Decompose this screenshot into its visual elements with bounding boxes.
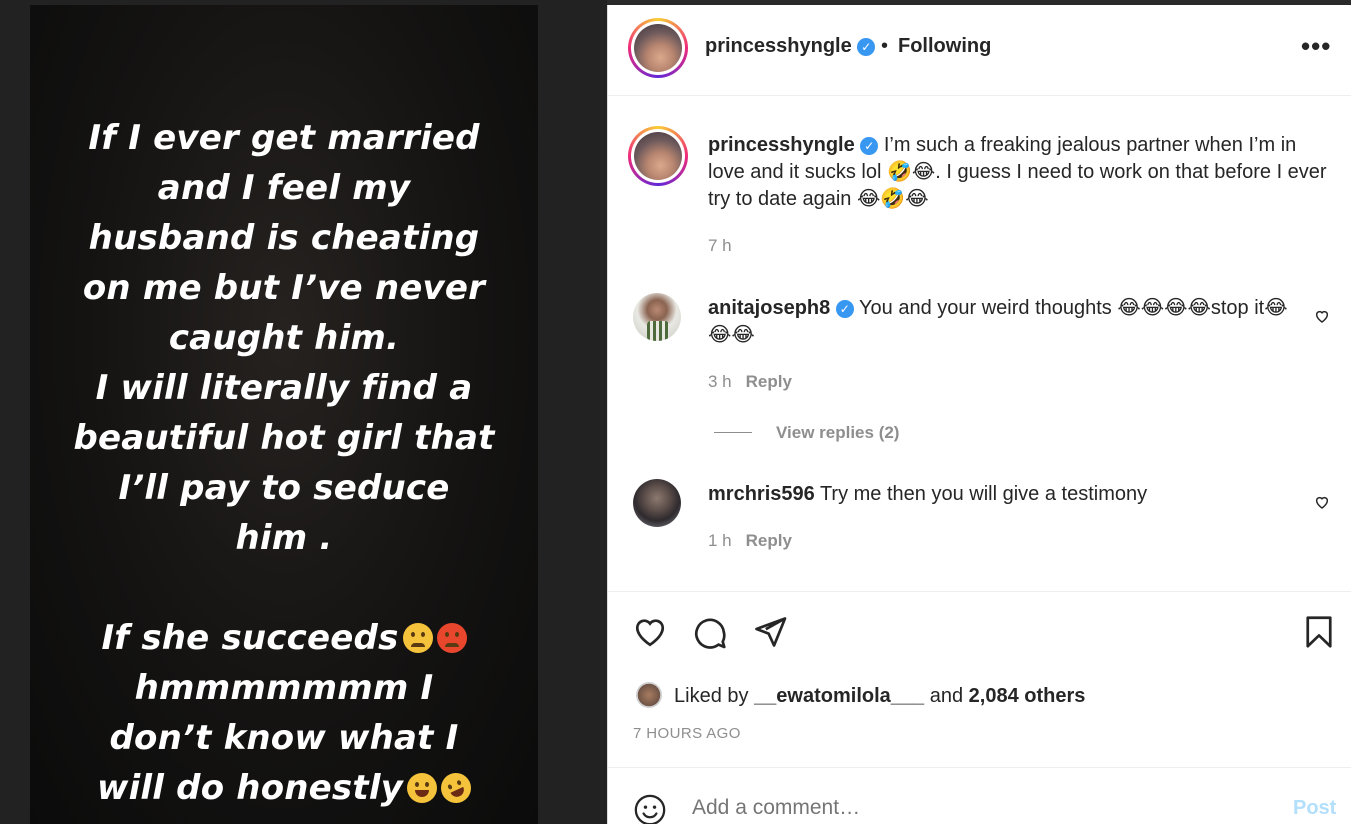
comment-input[interactable] — [692, 796, 1252, 820]
reply-button[interactable]: Reply — [746, 372, 792, 391]
rofl-emoji-icon — [436, 768, 476, 808]
view-replies-label[interactable]: View replies (2) — [776, 423, 899, 442]
smiley-icon[interactable] — [633, 793, 667, 824]
verified-icon: ✓ — [860, 137, 879, 155]
story-line: don’t know what I — [109, 718, 459, 758]
separator-dot: • — [881, 35, 889, 57]
heart-icon[interactable] — [632, 614, 668, 650]
view-replies-button[interactable]: View replies (2) — [714, 423, 899, 443]
username-text[interactable]: princesshyngle — [705, 35, 852, 57]
following-button[interactable]: Following — [898, 35, 991, 58]
share-icon[interactable] — [752, 614, 788, 650]
post-timestamp[interactable]: 7 HOURS AGO — [633, 725, 741, 742]
caption-time: 7 h — [708, 236, 732, 255]
post-button[interactable]: Post — [1293, 797, 1336, 820]
crying-emoji-icon — [402, 623, 433, 653]
comment-text: mrchris596 Try me then you will give a t… — [708, 481, 1298, 508]
verified-icon: ✓ — [857, 38, 876, 56]
liker-avatar[interactable] — [636, 682, 662, 708]
comments-section: princesshyngle ✓ I’m such a freaking jea… — [608, 96, 1351, 591]
divider-line — [714, 432, 752, 433]
story-image: If I ever get married and I feel my husb… — [30, 5, 538, 824]
story-text: If I ever get married and I feel my husb… — [30, 113, 538, 813]
story-line: caught him. — [168, 318, 400, 358]
likes-summary: Liked by __ewatomilola___ and 2,084 othe… — [636, 682, 1085, 708]
caption-text: princesshyngle ✓ I’m such a freaking jea… — [708, 132, 1328, 213]
story-line: I will literally find a — [95, 368, 473, 408]
comment-icon[interactable] — [692, 614, 728, 650]
story-line: on me but I’ve never — [82, 268, 486, 308]
post-panel: princesshyngle ✓ • Following ••• princes… — [607, 5, 1351, 824]
story-line-text: If she succeeds — [101, 618, 399, 658]
likes-count[interactable]: 2,084 others — [969, 685, 1086, 707]
avatar[interactable] — [633, 293, 681, 341]
avatar[interactable] — [633, 479, 681, 527]
story-line-emoji: will do honestly — [30, 763, 538, 813]
story-line: beautiful hot girl that — [73, 418, 495, 458]
like-comment-heart-icon[interactable] — [1314, 494, 1330, 510]
add-comment-bar: Post — [608, 767, 1351, 824]
comment-meta: 1 h Reply — [708, 531, 792, 551]
likes-middle: and — [929, 685, 964, 707]
reply-button[interactable]: Reply — [746, 531, 792, 550]
comment-username[interactable]: anitajoseph8 — [708, 297, 830, 319]
post-header: princesshyngle ✓ • Following ••• — [608, 5, 1351, 96]
caption-username[interactable]: princesshyngle — [708, 134, 855, 156]
story-gap — [30, 563, 538, 613]
story-line: I’ll pay to seduce — [118, 468, 450, 508]
comment-time: 3 h — [708, 372, 732, 391]
likes-prefix: Liked by — [674, 685, 749, 707]
liker-username[interactable]: __ewatomilola___ — [754, 685, 924, 707]
comment-meta: 3 h Reply — [708, 372, 792, 392]
avatar[interactable] — [628, 18, 688, 78]
story-line: husband is cheating — [88, 218, 480, 258]
story-line-text: will do honestly — [96, 768, 404, 808]
story-line: and I feel my — [157, 168, 411, 208]
verified-icon: ✓ — [835, 300, 854, 318]
story-line: him . — [235, 518, 333, 558]
bookmark-icon[interactable] — [1301, 614, 1337, 650]
angry-emoji-icon — [436, 623, 467, 653]
post-actions: Liked by __ewatomilola___ and 2,084 othe… — [608, 591, 1351, 767]
like-comment-heart-icon[interactable] — [1314, 308, 1330, 324]
comment-username[interactable]: mrchris596 — [708, 483, 815, 505]
header-username[interactable]: princesshyngle ✓ — [705, 35, 876, 58]
story-line: hmmmmmmm I — [134, 668, 434, 708]
laughing-emoji-icon — [407, 773, 438, 803]
more-icon[interactable]: ••• — [1301, 31, 1331, 62]
comment-time: 1 h — [708, 531, 732, 550]
story-line: If I ever get married — [88, 118, 480, 158]
story-line-emoji: If she succeeds — [30, 613, 538, 663]
avatar[interactable] — [628, 126, 688, 186]
comment-body: Try me then you will give a testimony — [819, 483, 1148, 505]
comment-text: anitajoseph8 ✓ You and your weird though… — [708, 295, 1298, 349]
